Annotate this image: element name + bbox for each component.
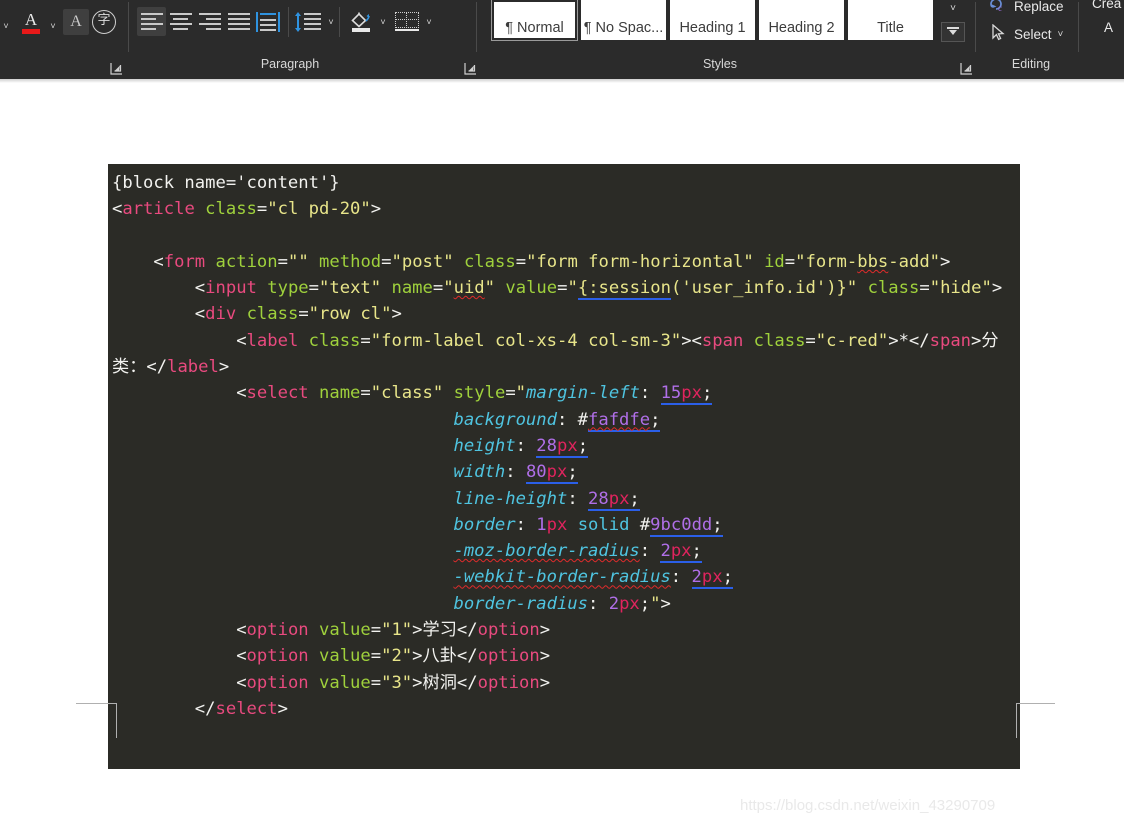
chevron-down-icon[interactable]: ˅ <box>1058 29 1064 40</box>
create-adobe-pdf-label-line2[interactable]: A <box>1104 20 1113 35</box>
style-item-normal[interactable]: ¶ Normal <box>491 0 578 41</box>
align-left-button[interactable] <box>137 7 166 36</box>
replace-icon: c <box>988 0 1008 16</box>
font-color-swatch <box>22 29 40 34</box>
styles-scroll-down-button[interactable]: ˅ <box>941 0 965 18</box>
svg-text:c: c <box>998 3 1002 13</box>
align-right-icon <box>198 12 221 31</box>
distributed-icon <box>255 11 280 32</box>
shading-icon <box>349 11 373 33</box>
watermark-text: https://blog.csdn.net/weixin_43290709 <box>740 797 996 814</box>
create-adobe-pdf-label-line1[interactable]: Crea <box>1092 0 1121 11</box>
code-block: {block name='content'} <article class="c… <box>108 164 1020 769</box>
distributed-button[interactable] <box>253 7 282 36</box>
document-page: {block name='content'} <article class="c… <box>0 79 1124 814</box>
shading-button[interactable] <box>346 7 376 36</box>
line-spacing-icon <box>295 11 322 32</box>
align-center-icon <box>169 12 192 31</box>
align-right-button[interactable] <box>195 7 224 36</box>
phonetic-guide-icon: 字 <box>92 10 116 34</box>
font-dialog-launcher[interactable] <box>110 62 123 75</box>
styles-gallery[interactable]: ¶ Normal ¶ No Spac... Heading 1 Heading … <box>491 0 938 44</box>
styles-more-icon <box>946 25 960 39</box>
paragraph-group-label: Paragraph <box>260 57 320 71</box>
style-label: Heading 1 <box>679 20 746 36</box>
style-label: ¶ No Spac... <box>583 20 664 36</box>
ribbon: ˅ A ˅ A 字 ˅ ˅ ˅ ¶ Normal ¶ No Spac... He… <box>0 0 1124 79</box>
select-button[interactable]: Select ˅ <box>988 23 1064 44</box>
chevron-down-icon: ˅ <box>950 2 956 14</box>
font-color-button[interactable]: A <box>16 8 46 38</box>
font-color-icon: A <box>24 10 38 29</box>
line-spacing-button[interactable] <box>294 7 324 36</box>
borders-button[interactable] <box>392 7 422 36</box>
shading-chevron-icon[interactable]: ˅ <box>377 12 389 32</box>
text-effects-button[interactable]: A <box>63 9 89 35</box>
page-margin-corner-bottom-right <box>1016 703 1055 738</box>
paragraph-dialog-launcher[interactable] <box>464 62 477 75</box>
borders-chevron-icon[interactable]: ˅ <box>423 12 435 32</box>
paragraph-subseparator-2 <box>339 7 340 37</box>
style-item-title[interactable]: Title <box>848 0 933 40</box>
style-label: ¶ Normal <box>505 20 564 36</box>
select-label: Select <box>1014 26 1052 42</box>
line-spacing-chevron-icon[interactable]: ˅ <box>325 12 337 32</box>
paragraph-subseparator-1 <box>288 7 289 37</box>
ribbon-shadow <box>0 79 1124 83</box>
style-label: Heading 2 <box>768 20 835 36</box>
justify-button[interactable] <box>224 7 253 36</box>
text-effects-icon: A <box>70 13 82 30</box>
style-label: Title <box>877 20 904 36</box>
ribbon-group-labels: Paragraph Styles Editing <box>0 52 1124 79</box>
justify-icon <box>227 12 250 31</box>
styles-dialog-launcher[interactable] <box>960 62 973 75</box>
ribbon-commands-row: ˅ A ˅ A 字 ˅ ˅ ˅ ¶ Normal ¶ No Spac... He… <box>0 0 1124 74</box>
editing-group-label: Editing <box>1011 57 1051 71</box>
replace-label: Replace <box>1014 0 1064 14</box>
align-center-button[interactable] <box>166 7 195 36</box>
page-margin-corner-bottom-left <box>76 703 117 738</box>
styles-scroll-controls[interactable]: ˅ <box>941 0 965 44</box>
font-size-chevron-icon[interactable]: ˅ <box>0 16 12 36</box>
style-item-no-spacing[interactable]: ¶ No Spac... <box>581 0 666 40</box>
styles-group-label: Styles <box>702 57 738 71</box>
style-item-heading-1[interactable]: Heading 1 <box>670 0 755 40</box>
align-left-icon <box>140 12 163 31</box>
font-color-chevron-icon[interactable]: ˅ <box>47 16 59 36</box>
styles-more-button[interactable] <box>941 22 965 42</box>
replace-button[interactable]: c Replace <box>988 0 1064 16</box>
borders-icon <box>395 11 419 32</box>
style-item-heading-2[interactable]: Heading 2 <box>759 0 844 40</box>
phonetic-guide-button[interactable]: 字 <box>91 9 117 35</box>
select-cursor-icon <box>988 23 1008 44</box>
